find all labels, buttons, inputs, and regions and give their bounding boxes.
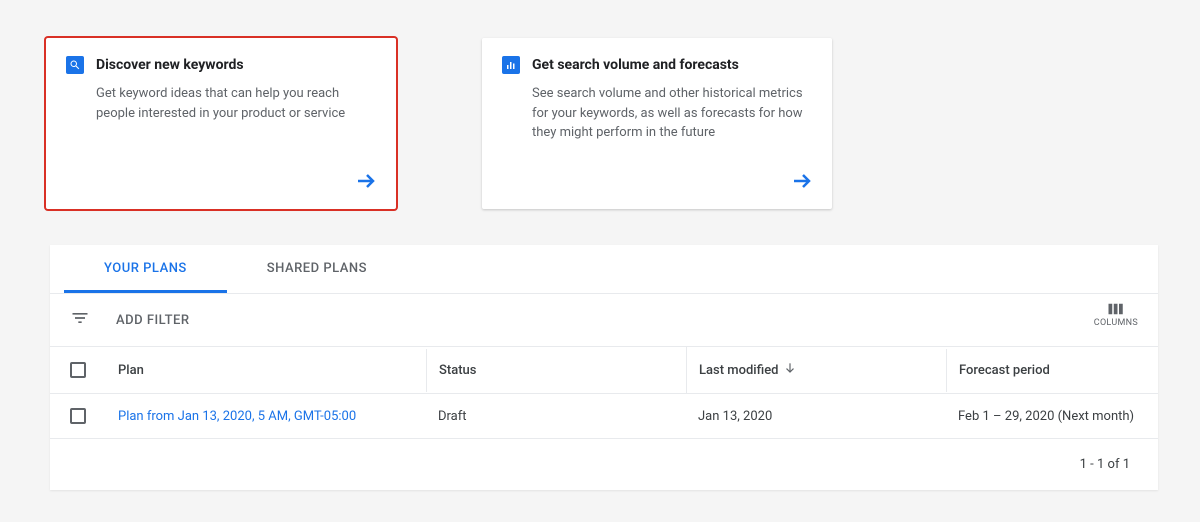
plan-link[interactable]: Plan from Jan 13, 2020, 5 AM, GMT-05:00 (118, 409, 356, 424)
search-icon (66, 56, 84, 74)
bar-chart-icon (502, 56, 520, 74)
arrow-right-icon (790, 169, 814, 197)
select-all-checkbox[interactable] (70, 362, 86, 378)
discover-card-desc: Get keyword ideas that can help you reac… (66, 84, 376, 123)
col-last-modified[interactable]: Last modified (686, 347, 946, 393)
row-last-modified: Jan 13, 2020 (686, 395, 946, 438)
volume-card-title: Get search volume and forecasts (532, 57, 739, 73)
discover-keywords-card[interactable]: Discover new keywords Get keyword ideas … (46, 38, 396, 209)
columns-label: COLUMNS (1094, 318, 1138, 328)
col-forecast-period[interactable]: Forecast period (946, 349, 1158, 392)
filter-bar: ADD FILTER COLUMNS (50, 294, 1158, 347)
volume-card-desc: See search volume and other historical m… (502, 84, 812, 143)
table-footer: 1 - 1 of 1 (50, 439, 1158, 490)
row-checkbox[interactable] (70, 408, 86, 424)
tab-shared-plans[interactable]: SHARED PLANS (227, 245, 407, 293)
table-row: Plan from Jan 13, 2020, 5 AM, GMT-05:00 … (50, 394, 1158, 439)
arrow-right-icon (354, 169, 378, 197)
row-status: Draft (426, 395, 686, 438)
tabs: YOUR PLANS SHARED PLANS (50, 245, 1158, 294)
volume-forecasts-card[interactable]: Get search volume and forecasts See sear… (482, 38, 832, 209)
tab-your-plans[interactable]: YOUR PLANS (64, 245, 227, 293)
table-header: Plan Status Last modified Forecast perio… (50, 347, 1158, 394)
columns-button[interactable]: COLUMNS (1094, 302, 1138, 328)
plans-panel: YOUR PLANS SHARED PLANS ADD FILTER COLUM… (50, 245, 1158, 490)
row-forecast-period: Feb 1 – 29, 2020 (Next month) (946, 395, 1158, 438)
col-status[interactable]: Status (426, 349, 686, 392)
sort-desc-icon (783, 361, 797, 379)
filter-icon[interactable] (70, 308, 90, 332)
col-plan[interactable]: Plan (106, 349, 426, 392)
add-filter-button[interactable]: ADD FILTER (116, 313, 190, 328)
discover-card-title: Discover new keywords (96, 57, 244, 73)
